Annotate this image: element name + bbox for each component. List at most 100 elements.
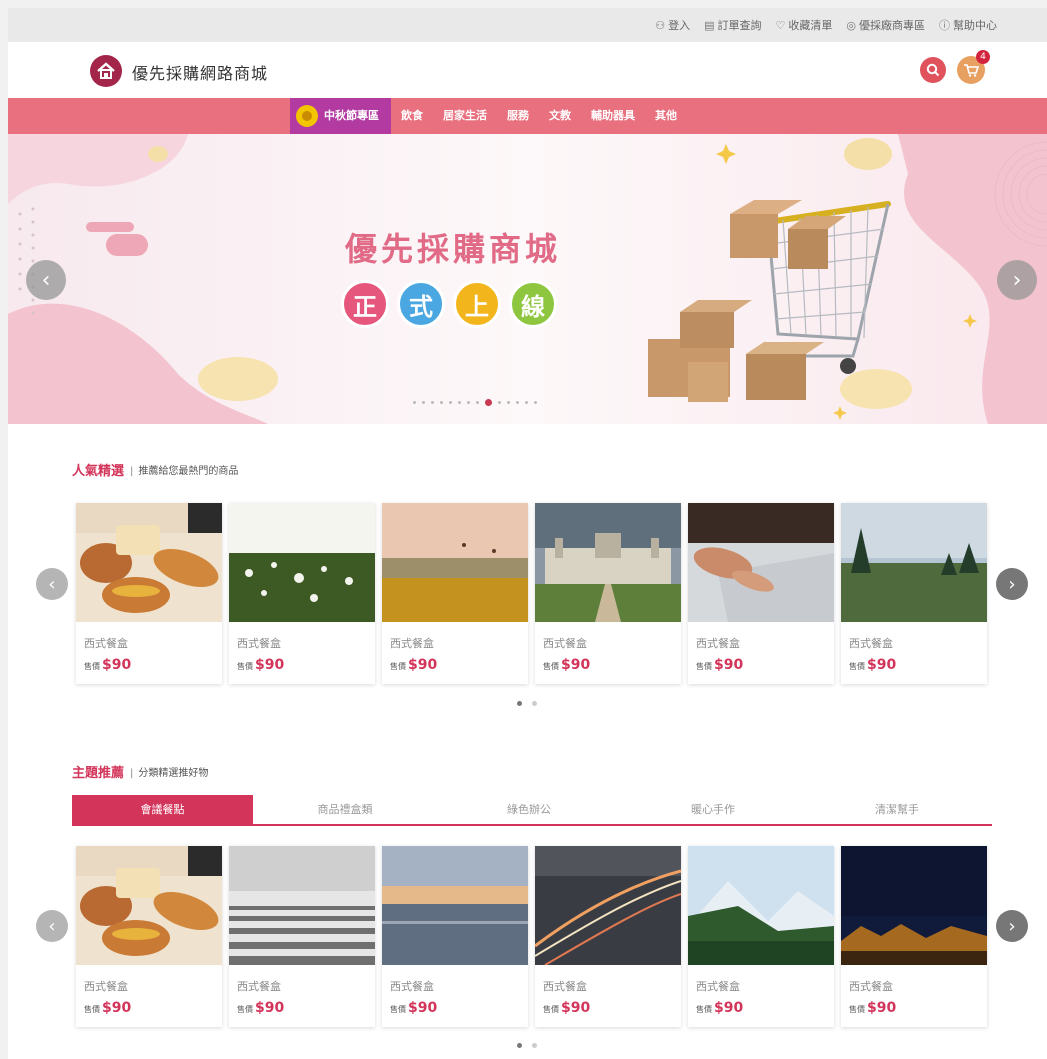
banner-badges: 正 式 上 線 [341, 280, 557, 328]
product-image[interactable] [688, 846, 834, 965]
banner-dot[interactable] [485, 399, 492, 406]
product-name[interactable]: 西式餐盒 [382, 626, 528, 651]
product-image[interactable] [229, 846, 375, 965]
product-image[interactable] [76, 846, 222, 965]
favorites-link[interactable]: ♡ 收藏清單 [776, 17, 833, 33]
product-name[interactable]: 西式餐盒 [382, 969, 528, 994]
banner-dot[interactable] [458, 401, 461, 404]
nav-item-services[interactable]: 服務 [497, 98, 539, 134]
tab-handmade[interactable]: 暖心手作 [621, 795, 805, 824]
page: ⚇ 登入 ▤ 訂單查詢 ♡ 收藏清單 ◎ 優採廠商專區 ⓘ 幫助中心 優先採購網… [8, 8, 1047, 1059]
product-name[interactable]: 西式餐盒 [229, 969, 375, 994]
banner-pagination[interactable] [413, 399, 537, 406]
theme-next-button[interactable]: › [996, 910, 1028, 942]
banner-dot[interactable] [449, 401, 452, 404]
product-name[interactable]: 西式餐盒 [688, 626, 834, 651]
price-value: $90 [255, 1000, 285, 1016]
product-image[interactable] [534, 846, 682, 966]
banner-title: 優先採購商城 [345, 230, 562, 268]
banner-dot[interactable] [498, 401, 501, 404]
product-card[interactable]: 西式餐盒 售價 $90 [76, 503, 222, 684]
banner-dot[interactable] [476, 401, 479, 404]
nav-item-home-living[interactable]: 居家生活 [433, 98, 497, 134]
product-name[interactable]: 西式餐盒 [535, 969, 681, 994]
product-card[interactable]: 西式餐盒 售價 $90 [688, 846, 834, 1027]
product-price: 售價 $90 [535, 651, 681, 673]
product-card[interactable]: 西式餐盒 售價 $90 [534, 846, 682, 1027]
banner-dot[interactable] [431, 401, 434, 404]
banner-dot[interactable] [534, 401, 537, 404]
product-image[interactable] [535, 503, 681, 622]
help-center-link[interactable]: ⓘ 幫助中心 [939, 17, 997, 33]
site-title[interactable]: 優先採購網路商城 [132, 60, 268, 84]
nav-item-food[interactable]: 飲食 [391, 98, 433, 134]
nav-item-education[interactable]: 文教 [539, 98, 581, 134]
product-card[interactable]: 西式餐盒 售價 $90 [382, 503, 528, 684]
popular-next-button[interactable]: › [996, 568, 1028, 600]
price-value: $90 [561, 657, 591, 673]
nav-item-mid-autumn[interactable]: 中秋節專區 [290, 98, 391, 134]
product-card[interactable]: 西式餐盒售價 $90 [229, 846, 375, 1027]
order-query-link[interactable]: ▤ 訂單查詢 [704, 17, 761, 33]
product-name[interactable]: 西式餐盒 [76, 626, 222, 651]
product-image[interactable] [688, 503, 834, 622]
product-image[interactable] [76, 503, 222, 622]
product-card[interactable]: 西式餐盒 售價 $90 [688, 503, 834, 684]
product-image[interactable] [229, 503, 375, 622]
vendor-zone-link[interactable]: ◎ 優採廠商專區 [846, 17, 925, 33]
tab-meeting-meals[interactable]: 會議餐點 [72, 795, 253, 824]
pager-dot[interactable] [517, 1043, 522, 1048]
login-link[interactable]: ⚇ 登入 [655, 17, 690, 33]
tab-cleaning[interactable]: 清潔幫手 [805, 795, 989, 824]
banner-dot[interactable] [413, 401, 416, 404]
banner-dot[interactable] [516, 401, 519, 404]
product-card[interactable]: 西式餐盒售價 $90 [76, 846, 222, 1027]
banner-dot[interactable] [507, 401, 510, 404]
banner-next-button[interactable]: › [997, 260, 1037, 300]
popular-pagination[interactable] [517, 701, 537, 706]
product-name[interactable]: 西式餐盒 [841, 626, 987, 651]
product-card[interactable]: 西式餐盒 售價 $90 [382, 846, 528, 1027]
product-card[interactable]: 西式餐盒 售價 $90 [841, 846, 987, 1027]
price-value: $90 [714, 657, 744, 673]
price-label: 售價 [237, 1005, 253, 1014]
tab-green-office[interactable]: 綠色辦公 [437, 795, 621, 824]
price-value: $90 [102, 1000, 132, 1016]
banner-dot[interactable] [440, 401, 443, 404]
price-label: 售價 [84, 1005, 100, 1014]
banner-dot[interactable] [525, 401, 528, 404]
product-name[interactable]: 西式餐盒 [229, 626, 375, 651]
theme-pagination[interactable] [517, 1043, 537, 1048]
price-value: $90 [408, 1000, 438, 1016]
product-image[interactable] [841, 846, 987, 965]
pager-dot[interactable] [517, 701, 522, 706]
theme-prev-button[interactable]: ‹ [36, 910, 68, 942]
pager-dot[interactable] [532, 701, 537, 706]
product-name[interactable]: 西式餐盒 [841, 969, 987, 994]
banner-badge: 線 [509, 280, 557, 328]
product-card[interactable]: 西式餐盒 售價 $90 [535, 503, 681, 684]
product-name[interactable]: 西式餐盒 [688, 969, 834, 994]
banner-dot[interactable] [422, 401, 425, 404]
popular-prev-button[interactable]: ‹ [36, 568, 68, 600]
product-image[interactable] [382, 846, 528, 965]
product-name[interactable]: 西式餐盒 [535, 626, 681, 651]
product-image[interactable] [841, 503, 987, 622]
hero-banner[interactable]: 優先採購商城 正 式 上 線 ‹ › [8, 134, 1047, 424]
search-button[interactable] [920, 57, 946, 83]
banner-prev-button[interactable]: ‹ [26, 260, 66, 300]
banner-dot[interactable] [467, 401, 470, 404]
product-image[interactable] [382, 503, 528, 622]
product-price: 售價 $90 [688, 651, 834, 673]
pager-dot[interactable] [532, 1043, 537, 1048]
product-card[interactable]: 西式餐盒 售價 $90 [841, 503, 987, 684]
tab-gift-boxes[interactable]: 商品禮盒類 [253, 795, 437, 824]
logo-icon[interactable] [90, 55, 122, 87]
help-center-label: 幫助中心 [953, 19, 997, 32]
product-price: 售價 $90 [76, 651, 222, 673]
product-card[interactable]: 西式餐盒 售價 $90 [229, 503, 375, 684]
nav-item-assistive[interactable]: 輔助器具 [581, 98, 645, 134]
banner-badge: 式 [397, 280, 445, 328]
product-name[interactable]: 西式餐盒 [76, 969, 222, 994]
nav-item-other[interactable]: 其他 [645, 98, 687, 134]
